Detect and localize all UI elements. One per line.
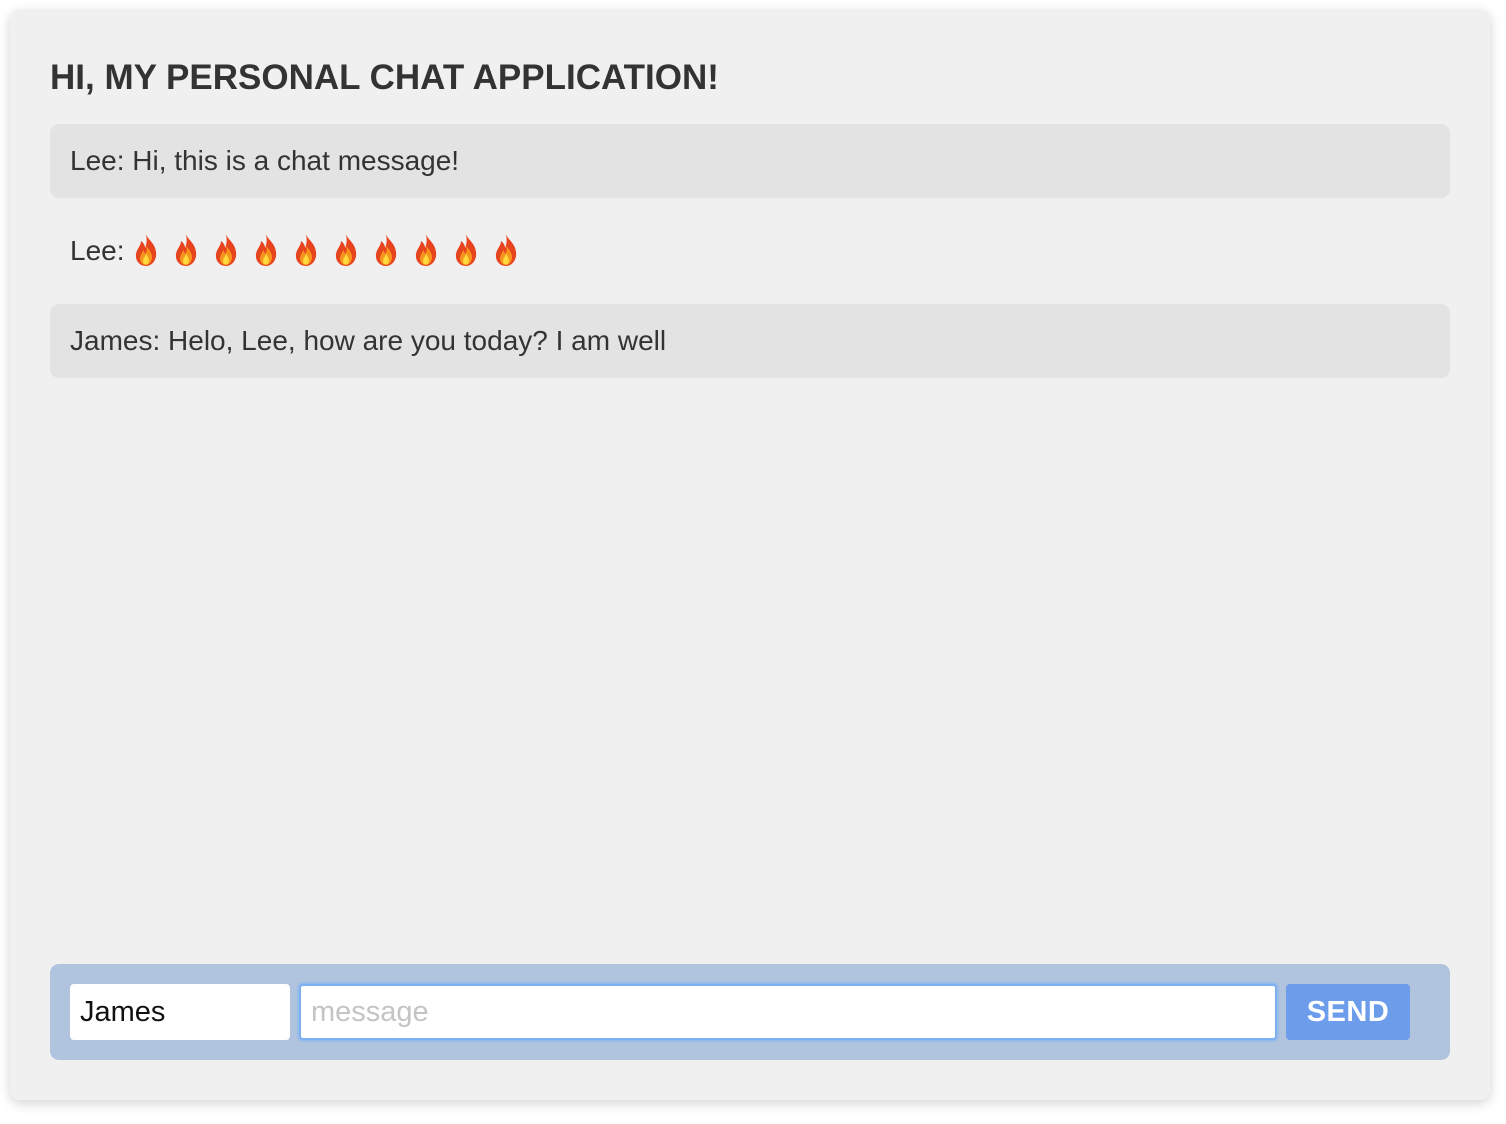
message-composer: SEND: [50, 964, 1450, 1060]
fire-icon: [376, 233, 397, 266]
emoji-row: [132, 214, 532, 288]
fire-icon: [216, 233, 237, 266]
fire-icon: [176, 233, 197, 266]
message-author: James: [70, 325, 153, 356]
fire-icon: [296, 233, 317, 266]
fire-icon: [336, 233, 357, 266]
message-author: Lee: [70, 145, 117, 176]
name-input[interactable]: [70, 984, 290, 1040]
fire-icon: [496, 233, 517, 266]
message-separator: :: [116, 145, 133, 176]
chat-app-panel: HI, MY PERSONAL CHAT APPLICATION! Lee: H…: [10, 10, 1490, 1100]
message-text: Hi, this is a chat message!: [132, 145, 460, 176]
fire-icon: [416, 233, 437, 266]
page-title: HI, MY PERSONAL CHAT APPLICATION!: [50, 58, 719, 97]
message-separator: :: [152, 325, 169, 356]
message-item: Lee: Hi, this is a chat message!: [50, 124, 1450, 198]
message-item: Lee:: [50, 214, 1450, 288]
message-input[interactable]: [299, 984, 1277, 1040]
message-text: Helo, Lee, how are you today? I am well: [168, 325, 667, 356]
send-button[interactable]: SEND: [1286, 984, 1410, 1040]
message-item: James: Helo, Lee, how are you today? I a…: [50, 304, 1450, 378]
fire-icon: [136, 233, 157, 266]
message-author: Lee: [70, 235, 117, 266]
fire-icon: [256, 233, 277, 266]
message-list: Lee: Hi, this is a chat message! Lee: Ja…: [50, 124, 1450, 394]
message-separator: :: [116, 235, 133, 266]
fire-icon: [456, 233, 477, 266]
